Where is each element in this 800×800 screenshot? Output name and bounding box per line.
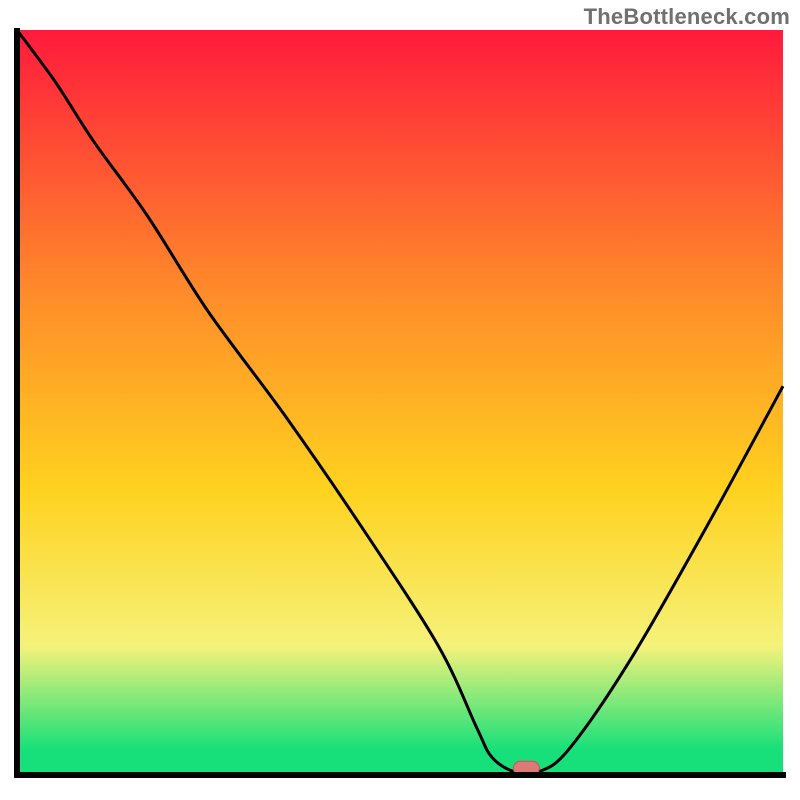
bottleneck-chart	[0, 0, 800, 800]
plot-background	[17, 30, 783, 772]
watermark-text: TheBottleneck.com	[584, 4, 790, 30]
chart-stage: TheBottleneck.com	[0, 0, 800, 800]
